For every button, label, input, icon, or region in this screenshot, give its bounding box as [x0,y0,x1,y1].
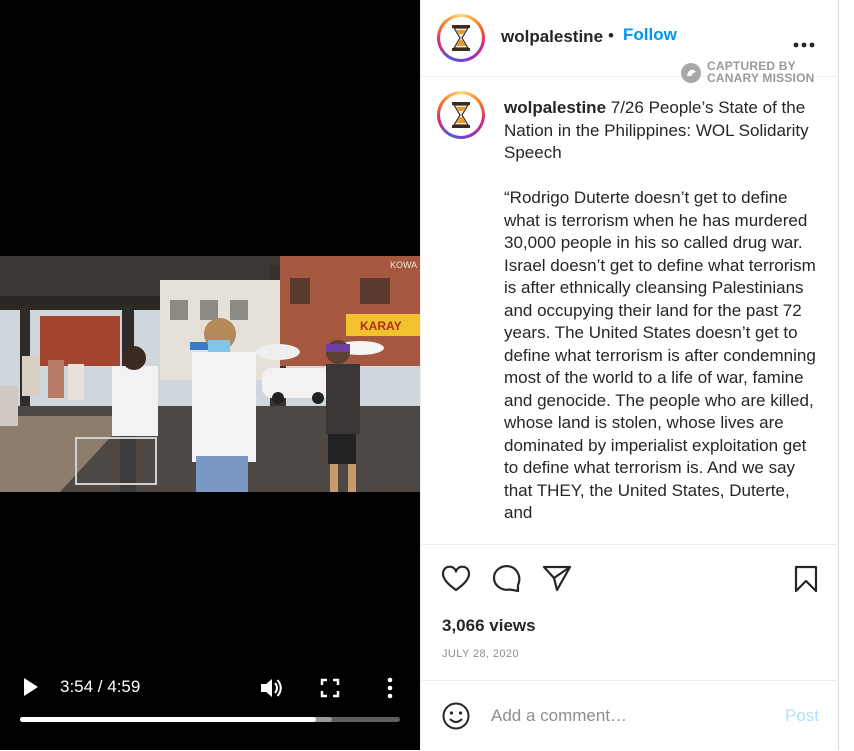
video-progress-bar[interactable] [20,717,400,722]
comment-bubble-icon[interactable] [492,564,522,597]
post-date[interactable]: JULY 28, 2020 [442,648,519,660]
store-sign-2: KOWA [390,260,417,270]
hourglass-logo-icon [443,97,479,133]
video-still: KARAY KOWA [0,256,420,492]
caption-username[interactable]: wolpalestine [504,98,606,117]
views-count[interactable]: 3,066 views [442,616,536,636]
video-progress-fill [20,717,316,722]
volume-icon[interactable] [259,677,283,699]
comment-input[interactable] [491,703,761,729]
video-frame[interactable]: KARAY KOWA [0,256,420,492]
more-options-icon[interactable] [793,35,815,48]
video-time: 3:54 / 4:59 [60,677,141,696]
post-details-panel: wolpalestine • Follow CAPTURED BY CANARY… [420,0,839,750]
caption-area[interactable]: wolpalestine 7/26 People’s State of the … [421,77,839,545]
emoji-icon[interactable] [441,701,471,736]
avatar[interactable] [437,91,485,139]
hourglass-logo-icon [443,20,479,56]
caption-text: wolpalestine 7/26 People’s State of the … [504,97,822,525]
header-username[interactable]: wolpalestine [501,27,603,47]
bookmark-icon[interactable] [793,565,819,598]
video-controls: 3:54 / 4:59 [0,660,420,750]
paper-plane-icon[interactable] [542,564,572,597]
header-separator: • [608,26,614,45]
comment-bar: Post [421,680,839,751]
store-sign: KARAY [360,319,402,333]
follow-button[interactable]: Follow [623,25,677,45]
caption-body: “Rodrigo Duterte doesn’t get to define w… [504,188,821,522]
video-player[interactable]: KARAY KOWA 3:54 / 4:59 [0,0,420,750]
vertical-dots-icon[interactable] [384,677,396,699]
fullscreen-icon[interactable] [320,678,340,698]
avatar[interactable] [437,14,485,62]
heart-icon[interactable] [441,564,471,597]
post-comment-button[interactable]: Post [785,706,819,726]
action-bar [421,545,839,615]
play-icon[interactable] [22,677,40,697]
